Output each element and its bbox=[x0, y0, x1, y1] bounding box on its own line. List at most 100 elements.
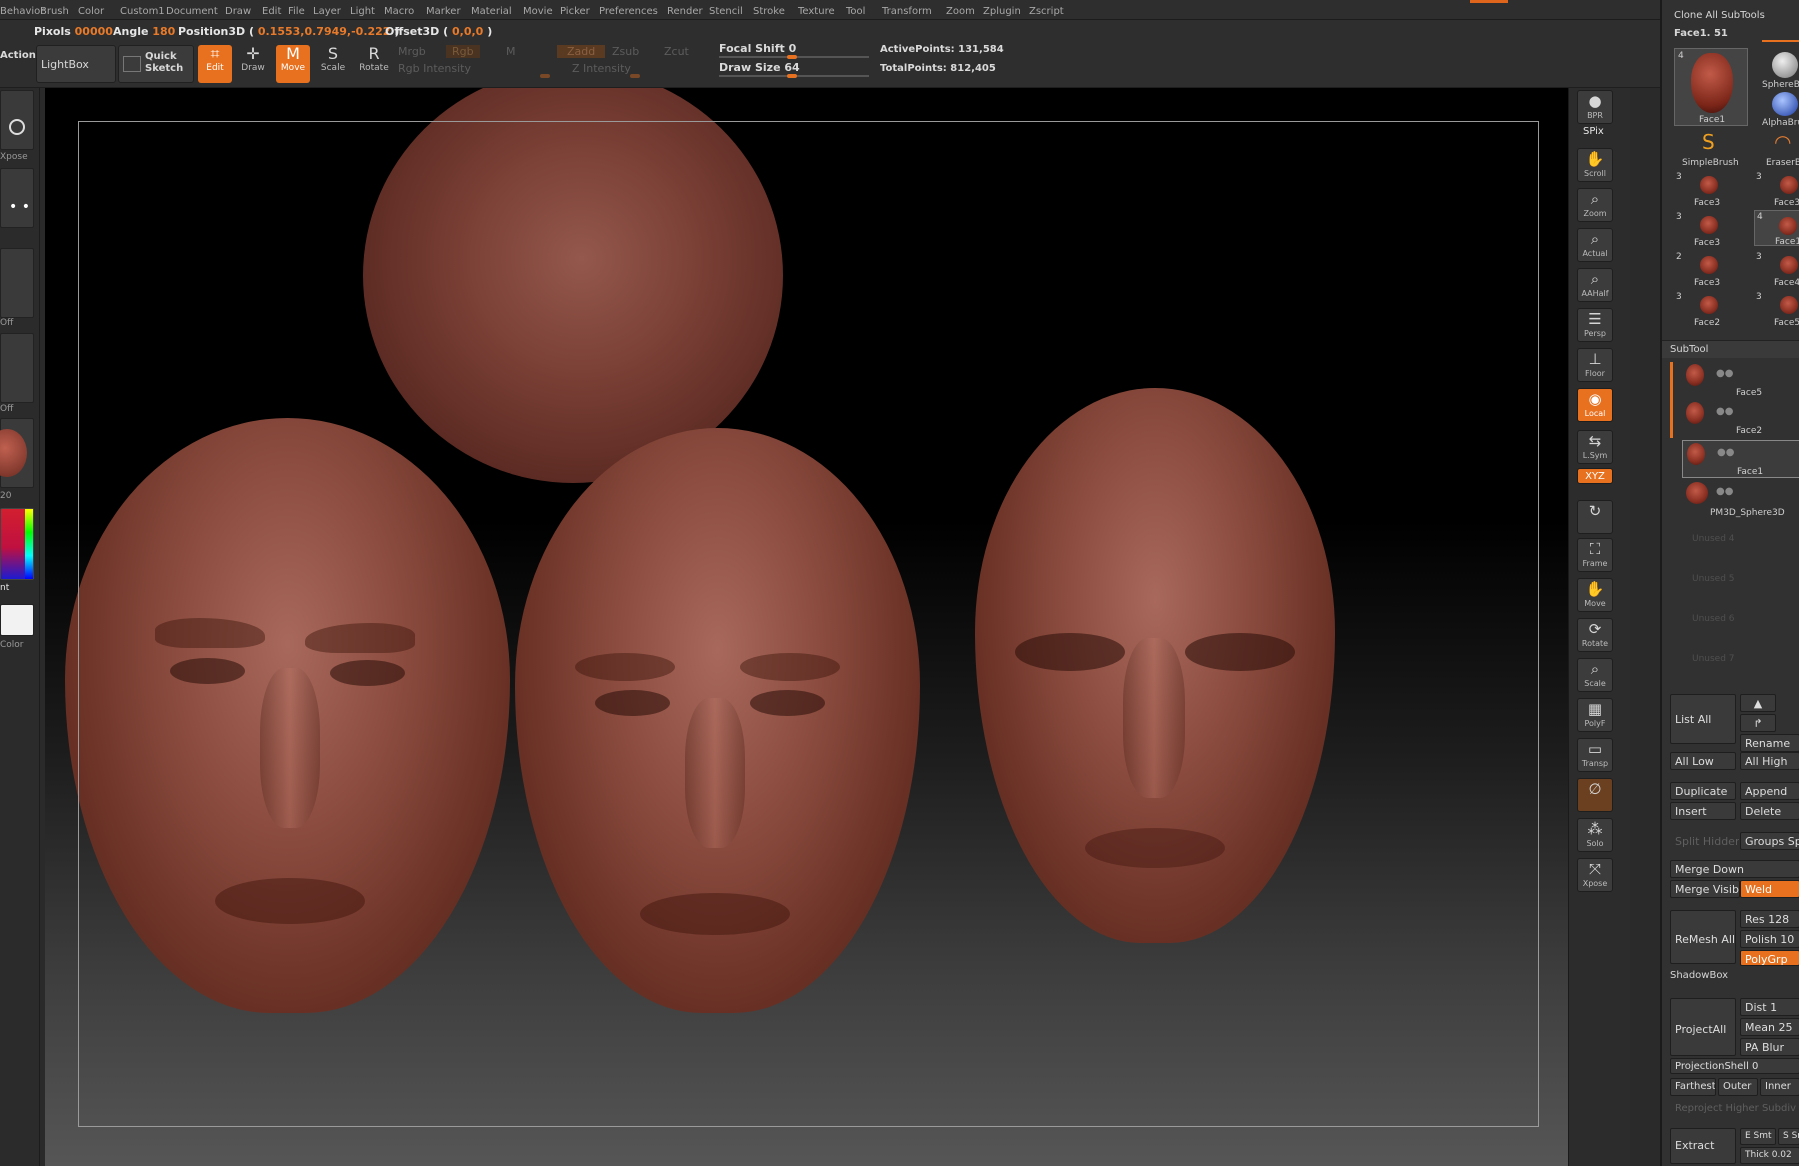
subtool-header[interactable]: SubTool bbox=[1662, 340, 1799, 358]
menu-macro[interactable]: Macro bbox=[384, 6, 414, 17]
current-tool-slider[interactable] bbox=[1762, 40, 1799, 42]
scroll-button[interactable]: ✋ Scroll bbox=[1577, 148, 1613, 182]
menu-movie[interactable]: Movie bbox=[523, 6, 553, 17]
lsym-button[interactable]: ⇆ L.Sym bbox=[1577, 430, 1613, 464]
menu-transform[interactable]: Transform bbox=[882, 6, 932, 17]
thick-slider[interactable]: Thick 0.02 bbox=[1740, 1147, 1799, 1164]
z-intensity-slider[interactable]: Z Intensity bbox=[572, 62, 631, 75]
menu-edit[interactable]: Edit bbox=[262, 6, 281, 17]
face3d-thumb[interactable] bbox=[1700, 256, 1718, 274]
move-mode-button[interactable]: M Move bbox=[276, 45, 310, 83]
face3b-thumb[interactable] bbox=[1780, 176, 1798, 194]
alpha-brush-thumb[interactable] bbox=[1772, 92, 1798, 116]
main-color-swatch[interactable] bbox=[0, 604, 34, 636]
subtool-item-face5[interactable]: ●● Face5 bbox=[1686, 362, 1799, 400]
zadd-button[interactable]: Zadd bbox=[557, 45, 606, 58]
menu-stroke[interactable]: Stroke bbox=[753, 6, 785, 17]
subtool-item-face2[interactable]: ●● Face2 bbox=[1686, 400, 1799, 438]
menu-marker[interactable]: Marker bbox=[426, 6, 461, 17]
menu-color[interactable]: Color bbox=[78, 6, 104, 17]
frame-button[interactable]: ⛶ Frame bbox=[1577, 538, 1613, 572]
focal-shift-slider[interactable]: Focal Shift 0 bbox=[719, 42, 796, 55]
color-picker[interactable] bbox=[0, 508, 34, 580]
clone-all-subtools[interactable]: Clone All SubTools bbox=[1674, 10, 1765, 21]
z-intensity-knob[interactable] bbox=[630, 74, 640, 78]
subtool-item-sphere[interactable]: ●● PM3D_Sphere3D bbox=[1686, 480, 1799, 518]
bpr-button[interactable]: ● BPR bbox=[1577, 90, 1613, 124]
draw-size-knob[interactable] bbox=[787, 74, 797, 78]
aahalf-button[interactable]: ⌕ AAHalf bbox=[1577, 268, 1613, 302]
inner-button[interactable]: Inner bbox=[1760, 1078, 1799, 1096]
solo-button[interactable]: ⁂ Solo bbox=[1577, 818, 1613, 852]
all-high-button[interactable]: All High bbox=[1740, 752, 1799, 770]
spix-label[interactable]: SPix bbox=[1583, 126, 1604, 137]
menu-custom1[interactable]: Custom1 bbox=[120, 6, 165, 17]
remesh-all-button[interactable]: ReMesh All bbox=[1670, 910, 1736, 964]
xyz-button[interactable]: XYZ bbox=[1577, 468, 1613, 484]
rgb-intensity-slider[interactable]: Rgb Intensity bbox=[398, 62, 471, 75]
polish-slider[interactable]: Polish 10 bbox=[1740, 930, 1799, 948]
rotate-view-button[interactable]: ⟳ Rotate bbox=[1577, 618, 1613, 652]
alpha-tile[interactable] bbox=[0, 248, 34, 318]
sphere-brush-thumb[interactable] bbox=[1772, 52, 1798, 78]
face2-thumb[interactable] bbox=[1700, 296, 1718, 314]
list-all-button[interactable]: List All bbox=[1670, 694, 1736, 744]
subtool-face1-visibility-icon[interactable]: ●● bbox=[1717, 447, 1734, 458]
polygrp-toggle[interactable]: PolyGrp bbox=[1740, 950, 1799, 966]
shadowbox-button[interactable]: ShadowBox bbox=[1670, 970, 1728, 981]
texture-tile[interactable] bbox=[0, 333, 34, 403]
projection-shell-slider[interactable]: ProjectionShell 0 bbox=[1670, 1058, 1799, 1074]
menu-document[interactable]: Document bbox=[166, 6, 218, 17]
menu-zscript[interactable]: Zscript bbox=[1029, 6, 1064, 17]
actual-button[interactable]: ⌕ Actual bbox=[1577, 228, 1613, 262]
rename-button[interactable]: Rename bbox=[1740, 734, 1799, 752]
project-all-button[interactable]: ProjectAll bbox=[1670, 998, 1736, 1056]
move-down-button[interactable]: ↱ bbox=[1740, 714, 1776, 732]
subtool-sphere-visibility-icon[interactable]: ●● bbox=[1716, 486, 1733, 497]
reproject-higher-subdiv-button[interactable]: Reproject Higher Subdiv bbox=[1670, 1100, 1799, 1116]
merge-visible-button[interactable]: Merge Visible bbox=[1670, 880, 1740, 898]
ghost-button[interactable]: ∅ bbox=[1577, 778, 1613, 812]
menu-tool[interactable]: Tool bbox=[846, 6, 865, 17]
menu-brush[interactable]: Brush bbox=[40, 6, 69, 17]
xpose-button[interactable]: ⤧ Xpose bbox=[1577, 858, 1613, 892]
edit-mode-button[interactable]: ⌗ Edit bbox=[198, 45, 232, 83]
floor-button[interactable]: ⊥ Floor bbox=[1577, 348, 1613, 382]
face3c-thumb[interactable] bbox=[1700, 216, 1718, 234]
s-smt-slider[interactable]: S Smt bbox=[1778, 1128, 1799, 1145]
groups-split-button[interactable]: Groups Split bbox=[1740, 832, 1799, 850]
menu-light[interactable]: Light bbox=[350, 6, 375, 17]
menu-layer[interactable]: Layer bbox=[313, 6, 341, 17]
dist-slider[interactable]: Dist 1 bbox=[1740, 998, 1799, 1016]
extract-button[interactable]: Extract bbox=[1670, 1128, 1736, 1164]
lightbox-button[interactable]: LightBox bbox=[36, 45, 116, 83]
subtool-item-face1[interactable]: ●● Face1 bbox=[1682, 440, 1799, 478]
split-hidden-button[interactable]: Split Hidden bbox=[1670, 832, 1740, 850]
face3a-thumb[interactable] bbox=[1700, 176, 1718, 194]
local-button[interactable]: ◉ Local bbox=[1577, 388, 1613, 422]
transp-button[interactable]: ▭ Transp bbox=[1577, 738, 1613, 772]
delete-button[interactable]: Delete bbox=[1740, 802, 1799, 820]
zoom-button[interactable]: ⌕ Zoom bbox=[1577, 188, 1613, 222]
outer-button[interactable]: Outer bbox=[1718, 1078, 1758, 1096]
persp-button[interactable]: ☰ Persp bbox=[1577, 308, 1613, 342]
rotate-mode-button[interactable]: R Rotate bbox=[356, 45, 392, 83]
material-tile[interactable] bbox=[0, 418, 34, 488]
menu-render[interactable]: Render bbox=[667, 6, 703, 17]
append-button[interactable]: Append bbox=[1740, 782, 1799, 800]
draw-mode-button[interactable]: ✛ Draw bbox=[236, 45, 270, 83]
quick-sketch-button[interactable]: Quick Sketch bbox=[118, 45, 194, 83]
all-low-button[interactable]: All Low bbox=[1670, 752, 1736, 770]
m-button[interactable]: M bbox=[506, 45, 516, 58]
subtool-face5-visibility-icon[interactable]: ●● bbox=[1716, 368, 1733, 379]
menu-texture[interactable]: Texture bbox=[798, 6, 835, 17]
polyf-button[interactable]: ▦ PolyF bbox=[1577, 698, 1613, 732]
focal-shift-knob[interactable] bbox=[787, 55, 797, 59]
menu-zplugin[interactable]: Zplugin bbox=[983, 6, 1021, 17]
hue-strip[interactable] bbox=[25, 509, 33, 579]
mrgb-button[interactable]: Mrgb bbox=[398, 45, 426, 58]
duplicate-button[interactable]: Duplicate bbox=[1670, 782, 1736, 800]
menu-behavior[interactable]: Behavior bbox=[0, 6, 44, 17]
scale-view-button[interactable]: ⌕ Scale bbox=[1577, 658, 1613, 692]
stroke-tile[interactable]: • • bbox=[0, 168, 34, 228]
